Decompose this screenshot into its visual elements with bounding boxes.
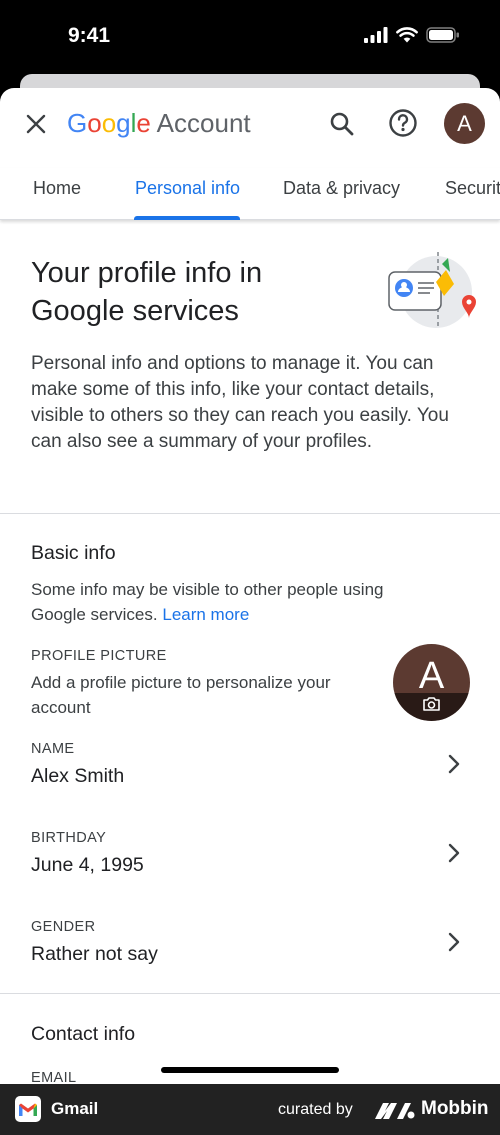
gmail-label: Gmail (51, 1099, 99, 1118)
section-divider (0, 513, 500, 514)
profile-picture-hint: Add a profile picture to personalize you… (31, 673, 331, 717)
app-bar: Google Account A (0, 88, 500, 160)
learn-more-link[interactable]: Learn more (162, 605, 249, 624)
name-label: NAME (31, 741, 75, 757)
tab-data-privacy[interactable]: Data & privacy (283, 178, 400, 199)
name-chevron (444, 752, 464, 776)
gender-label: GENDER (31, 919, 96, 935)
wifi-icon (396, 27, 418, 43)
profile-picture-label: PROFILE PICTURE (31, 648, 167, 664)
chevron-right-icon (448, 754, 460, 774)
birthday-value: June 4, 1995 (31, 854, 144, 876)
basic-info-description: Some info may be visible to other people… (31, 580, 384, 624)
chevron-right-icon (448, 843, 460, 863)
status-bar: 9:41 (0, 0, 500, 75)
cellular-signal-icon (364, 27, 388, 43)
account-sheet: Google Account A Home Personal info Data… (0, 88, 500, 1088)
basic-info-title: Basic info (31, 542, 116, 564)
tab-personal-info[interactable]: Personal info (135, 178, 240, 199)
profile-picture-letter: A (418, 655, 445, 697)
battery-icon (426, 27, 459, 43)
profile-picture[interactable]: A (393, 644, 470, 721)
curated-by-label: curated by (278, 1101, 353, 1118)
status-icons (364, 27, 460, 43)
account-avatar[interactable]: A (444, 103, 485, 144)
bottom-attribution-bar: Gmail curated by Mobbin (0, 1084, 500, 1135)
tab-security[interactable]: Security (445, 178, 500, 199)
search-icon (330, 112, 354, 136)
birthday-label: BIRTHDAY (31, 830, 107, 846)
gender-chevron (444, 930, 464, 954)
gmail-icon (15, 1096, 41, 1122)
close-button[interactable] (20, 108, 52, 140)
section-divider (0, 993, 500, 994)
tab-bar: Home Personal info Data & privacy Securi… (0, 168, 500, 220)
gender-value: Rather not say (31, 943, 158, 965)
active-tab-indicator (134, 216, 240, 220)
chevron-right-icon (448, 932, 460, 952)
camera-icon (423, 697, 440, 711)
status-time: 9:41 (68, 24, 111, 47)
home-indicator (161, 1067, 339, 1073)
page-title: Your profile info in Google services (31, 257, 263, 327)
google-account-logo: Google Account (67, 108, 251, 138)
birthday-chevron (444, 841, 464, 865)
close-icon (26, 114, 46, 134)
contact-info-title: Contact info (31, 1023, 136, 1045)
name-value: Alex Smith (31, 765, 125, 787)
mobbin-label: Mobbin (421, 1098, 489, 1119)
search-button[interactable] (326, 108, 358, 140)
page-description: Personal info and options to manage it. … (31, 353, 449, 452)
help-button[interactable] (387, 107, 419, 139)
profile-card-illustration (388, 252, 476, 328)
mobbin-logo-icon (375, 1103, 415, 1119)
help-icon (389, 109, 417, 137)
tab-home[interactable]: Home (33, 178, 81, 199)
